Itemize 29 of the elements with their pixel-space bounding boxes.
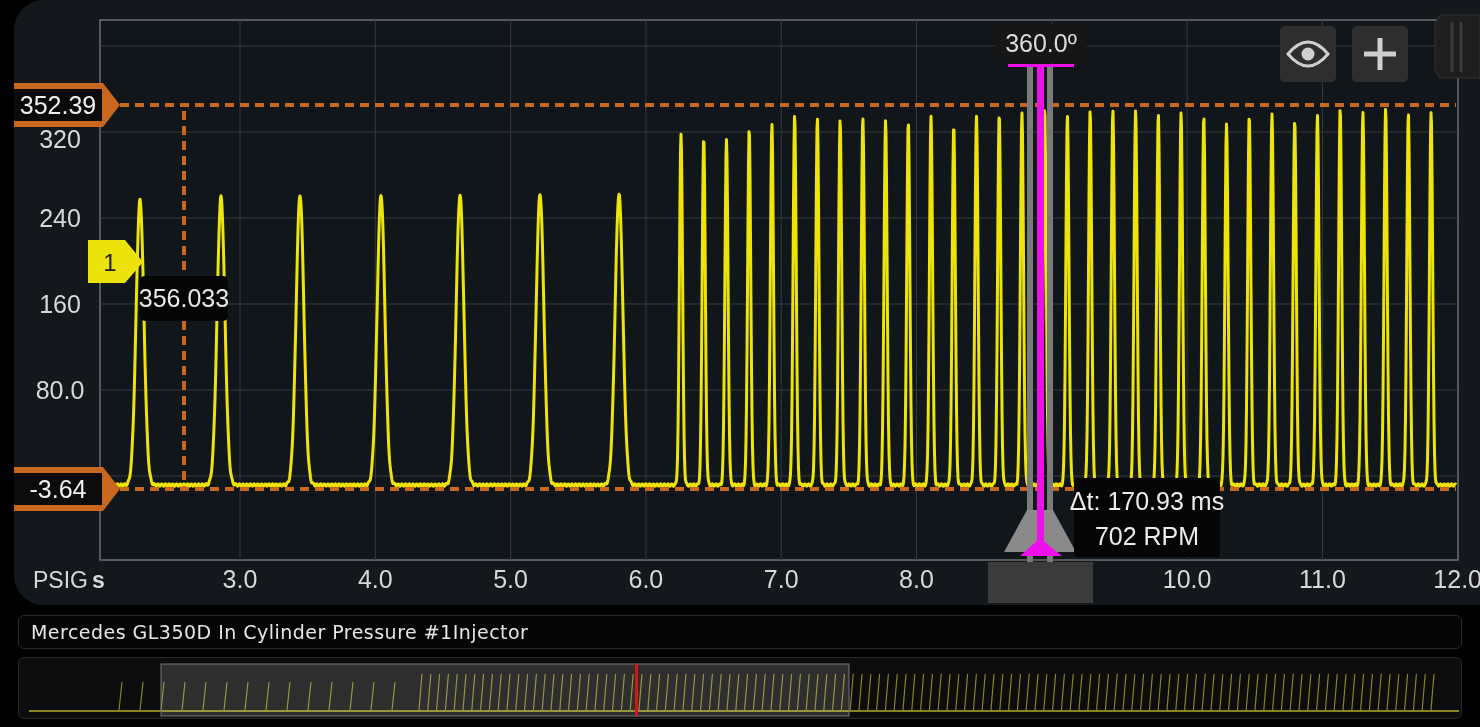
x-axis-label: 8.0 xyxy=(899,565,934,593)
x-axis-label: 6.0 xyxy=(628,565,664,593)
overview-strip[interactable] xyxy=(18,657,1462,719)
x-axis-label: 4.0 xyxy=(357,565,393,593)
x-axis-label: 3.0 xyxy=(222,565,258,593)
x-axis-label: 7.0 xyxy=(763,565,799,593)
level-cursor-tag[interactable]: -3.64 xyxy=(14,467,120,511)
x-axis-label: 11.0 xyxy=(1299,565,1346,593)
eye-icon xyxy=(1286,40,1330,68)
trace-title: Mercedes GL350D In Cylinder Pressure #1Injector xyxy=(31,619,529,645)
channel-marker[interactable]: 1 xyxy=(88,240,143,283)
x-unit-label: s xyxy=(92,567,105,593)
y-axis-label: 160 xyxy=(39,290,81,318)
level-cursor-tag[interactable]: 352.39 xyxy=(14,83,120,127)
level-cursor-line[interactable] xyxy=(120,103,1456,107)
y-unit-label: PSIG xyxy=(33,567,88,593)
y-axis-label: 240 xyxy=(39,204,81,232)
cursor-handle[interactable] xyxy=(988,562,1093,603)
view-window[interactable] xyxy=(160,663,850,717)
side-drawer-handle[interactable] xyxy=(1434,14,1480,79)
phase-label: 360.0º xyxy=(996,24,1087,62)
x-axis-label: 10.0 xyxy=(1162,565,1212,593)
readout-label: 356.033 xyxy=(138,276,230,321)
delta-readout: Δt: 170.93 ms 702 RPM xyxy=(1069,478,1225,557)
y-axis-label: 320 xyxy=(39,125,81,153)
y-axis-label: 80.0 xyxy=(35,376,85,404)
level-cursor-line[interactable] xyxy=(120,487,1456,491)
x-axis-label: 5.0 xyxy=(493,565,528,593)
plus-icon xyxy=(1361,35,1399,73)
